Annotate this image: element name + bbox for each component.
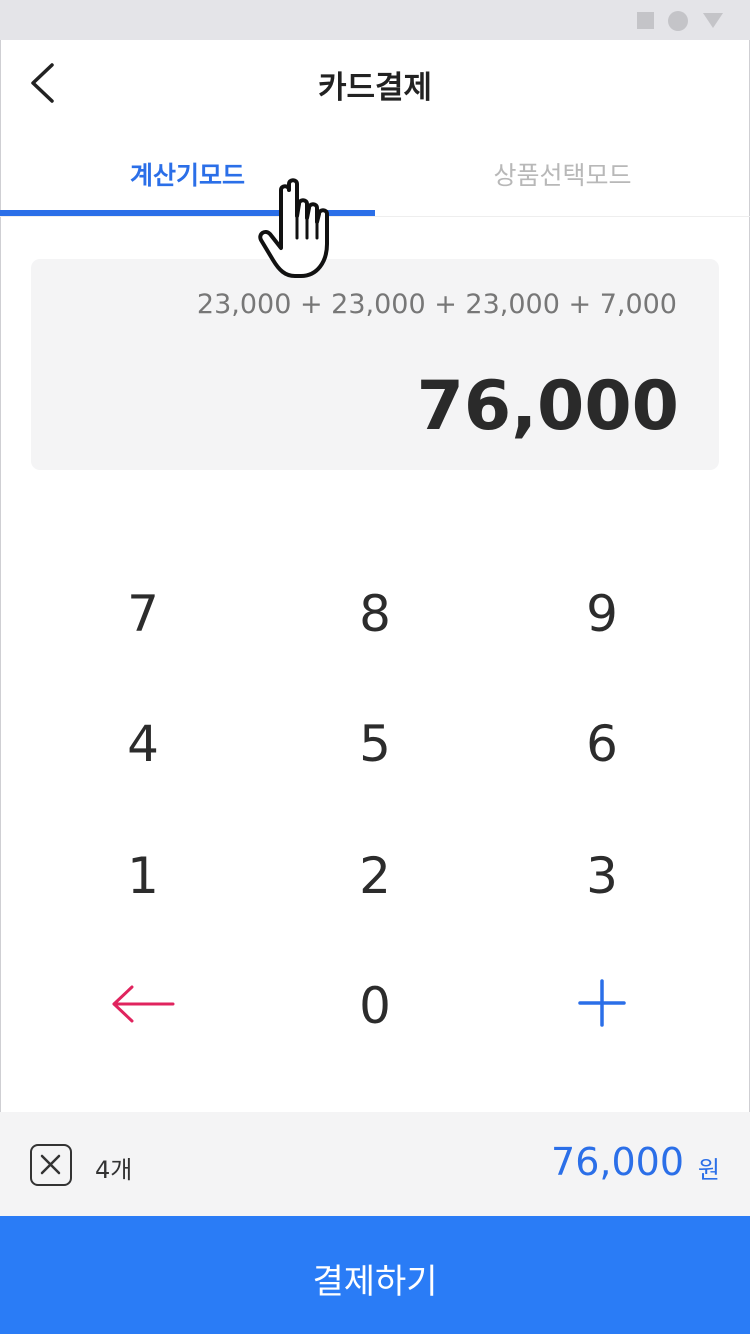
key-9[interactable]: 9 xyxy=(502,550,702,670)
hand-pointer-cursor-icon xyxy=(258,178,329,278)
item-count: 4개 xyxy=(95,1156,133,1184)
result-amount: 76,000 xyxy=(416,367,679,446)
triangle-nav-icon xyxy=(703,13,723,28)
expression-text: 23,000 + 23,000 + 23,000 + 7,000 xyxy=(196,289,677,320)
pay-button[interactable]: 결제하기 xyxy=(0,1216,750,1334)
key-4[interactable]: 4 xyxy=(43,680,243,800)
page-title: 카드결제 xyxy=(317,70,433,106)
plus-icon xyxy=(578,979,626,1027)
tab-product-select-mode[interactable]: 상품선택모드 xyxy=(375,126,750,216)
key-1[interactable]: 1 xyxy=(43,812,243,932)
clear-button[interactable] xyxy=(30,1144,72,1186)
total-amount: 76,000 xyxy=(551,1140,684,1184)
currency-unit: 원 xyxy=(697,1156,720,1184)
arrow-left-icon xyxy=(112,985,175,1023)
key-5[interactable]: 5 xyxy=(275,680,475,800)
key-8[interactable]: 8 xyxy=(275,550,475,670)
app-header: 카드결제 xyxy=(0,40,750,126)
square-nav-icon xyxy=(637,12,654,29)
order-summary-bar: 4개 76,000 원 xyxy=(0,1112,750,1216)
plus-key[interactable] xyxy=(502,942,702,1062)
system-status-bar xyxy=(0,0,750,40)
key-2[interactable]: 2 xyxy=(275,812,475,932)
key-7[interactable]: 7 xyxy=(43,550,243,670)
calculator-display: 23,000 + 23,000 + 23,000 + 7,000 76,000 xyxy=(31,259,719,470)
key-0[interactable]: 0 xyxy=(275,942,475,1062)
mode-tabs: 계산기모드 상품선택모드 xyxy=(0,126,750,217)
key-6[interactable]: 6 xyxy=(502,680,702,800)
close-icon xyxy=(40,1154,61,1175)
circle-nav-icon xyxy=(668,11,688,31)
key-3[interactable]: 3 xyxy=(502,812,702,932)
backspace-key[interactable] xyxy=(43,942,243,1062)
